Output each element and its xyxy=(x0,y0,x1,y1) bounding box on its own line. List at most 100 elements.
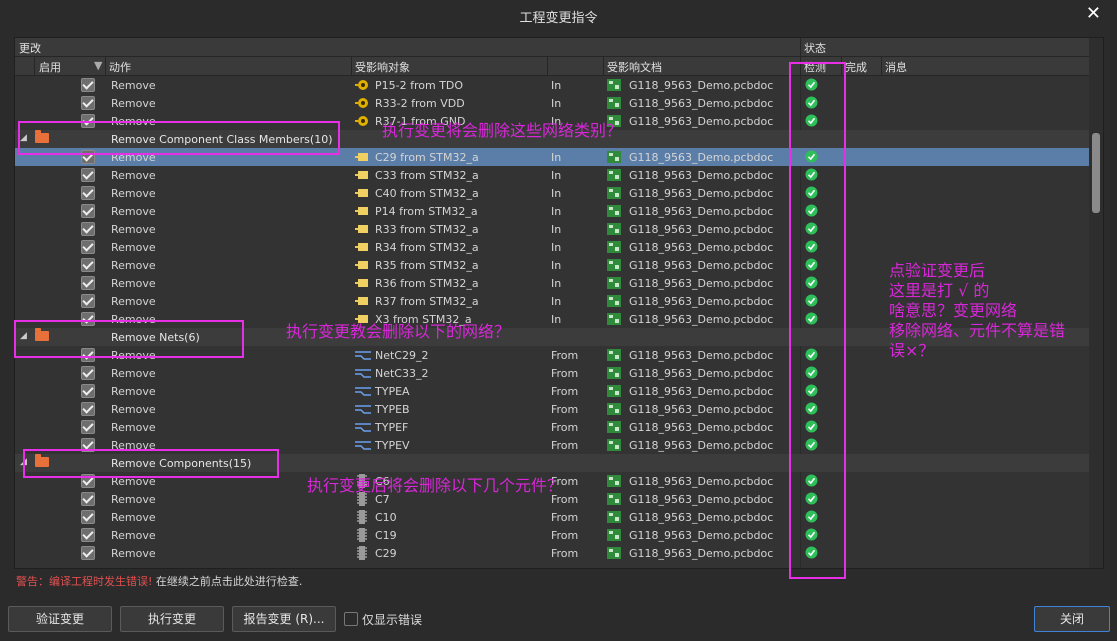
enable-checkbox[interactable] xyxy=(81,366,95,380)
header-message[interactable]: 消息 xyxy=(885,59,907,75)
pcb-document-icon xyxy=(607,97,621,109)
net-icon xyxy=(355,386,371,396)
net-icon xyxy=(355,368,371,378)
direction-cell: In xyxy=(551,295,562,308)
pin-icon xyxy=(355,114,369,128)
document-cell: G118_9563_Demo.pcbdoc xyxy=(629,421,774,434)
enable-checkbox[interactable] xyxy=(81,546,95,560)
enable-checkbox[interactable] xyxy=(81,204,95,218)
pcb-document-icon xyxy=(607,277,621,289)
enable-checkbox[interactable] xyxy=(81,168,95,182)
document-cell: G118_9563_Demo.pcbdoc xyxy=(629,403,774,416)
annotation-box-check-column xyxy=(789,62,846,579)
enable-checkbox[interactable] xyxy=(81,222,95,236)
direction-cell: In xyxy=(551,313,562,326)
direction-cell: From xyxy=(551,511,579,524)
change-row[interactable]: Remove C29 From G118_9563_Demo.pcbdoc xyxy=(15,544,1089,562)
change-row[interactable]: Remove R34 from STM32_a In G118_9563_Demo.p… xyxy=(15,238,1089,256)
enable-checkbox[interactable] xyxy=(81,294,95,308)
enable-checkbox[interactable] xyxy=(81,186,95,200)
document-cell: G118_9563_Demo.pcbdoc xyxy=(629,493,774,506)
enable-checkbox[interactable] xyxy=(81,420,95,434)
object-cell: C19 xyxy=(375,529,397,542)
enable-checkbox[interactable] xyxy=(81,492,95,506)
change-row[interactable]: Remove C19 From G118_9563_Demo.pcbdoc xyxy=(15,526,1089,544)
header-document[interactable]: 受影响文档 xyxy=(607,59,662,75)
object-cell: NetC29_2 xyxy=(375,349,429,362)
annotation-text-1: 执行变更将会删除这些网络类别？ xyxy=(382,121,623,140)
header-done[interactable]: 完成 xyxy=(845,59,867,75)
pcb-document-icon xyxy=(607,349,621,361)
action-cell: Remove xyxy=(111,259,156,272)
enable-checkbox[interactable] xyxy=(81,276,95,290)
object-cell: C40 from STM32_a xyxy=(375,187,479,200)
change-row[interactable]: Remove C40 from STM32_a In G118_9563_Demo.p… xyxy=(15,184,1089,202)
report-changes-button[interactable]: 报告变更 (R)... xyxy=(232,606,336,632)
direction-cell: From xyxy=(551,349,579,362)
enable-checkbox[interactable] xyxy=(81,510,95,524)
document-cell: G118_9563_Demo.pcbdoc xyxy=(629,313,774,326)
object-cell: R33-2 from VDD xyxy=(375,97,465,110)
change-row[interactable]: Remove TYPEA From G118_9563_Demo.pcbdoc xyxy=(15,382,1089,400)
direction-cell: From xyxy=(551,547,579,560)
document-cell: G118_9563_Demo.pcbdoc xyxy=(629,241,774,254)
close-window-icon[interactable]: ✕ xyxy=(1086,3,1101,24)
warning-label[interactable]: 警告：编译工程时发生错误! xyxy=(16,575,152,588)
annotation-box-class-members xyxy=(18,121,340,155)
direction-cell: From xyxy=(551,385,579,398)
validate-changes-button[interactable]: 验证变更 xyxy=(8,606,112,632)
action-cell: Remove xyxy=(111,421,156,434)
action-cell: Remove xyxy=(111,79,156,92)
net-icon xyxy=(355,440,371,450)
annotation-text-2: 执行变更教会删除以下的网络？ xyxy=(286,322,511,341)
header-object[interactable]: 受影响对象 xyxy=(355,59,410,75)
change-row[interactable]: Remove C10 From G118_9563_Demo.pcbdoc xyxy=(15,508,1089,526)
document-cell: G118_9563_Demo.pcbdoc xyxy=(629,169,774,182)
header-status-group: 状态 xyxy=(804,42,826,55)
pcb-document-icon xyxy=(607,151,621,163)
enable-checkbox[interactable] xyxy=(81,402,95,416)
only-errors-label[interactable]: 仅显示错误 xyxy=(362,611,422,628)
only-errors-checkbox[interactable] xyxy=(344,612,358,626)
action-cell: Remove xyxy=(111,493,156,506)
enable-checkbox[interactable] xyxy=(81,384,95,398)
warning-text[interactable]: 在继续之前点击此处进行检查. xyxy=(156,575,303,588)
pcb-document-icon xyxy=(607,439,621,451)
action-cell: Remove xyxy=(111,529,156,542)
change-row[interactable]: Remove TYPEB From G118_9563_Demo.pcbdoc xyxy=(15,400,1089,418)
enable-checkbox[interactable] xyxy=(81,96,95,110)
pcb-document-icon xyxy=(607,259,621,271)
pcb-document-icon xyxy=(607,205,621,217)
document-cell: G118_9563_Demo.pcbdoc xyxy=(629,259,774,272)
direction-cell: In xyxy=(551,169,562,182)
change-row[interactable]: Remove NetC33_2 From G118_9563_Demo.pcbdoc xyxy=(15,364,1089,382)
object-cell: P15-2 from TDO xyxy=(375,79,464,92)
class-member-icon xyxy=(355,278,369,288)
direction-cell: From xyxy=(551,403,579,416)
object-cell: TYPEA xyxy=(375,385,410,398)
vertical-scrollbar[interactable] xyxy=(1089,38,1103,568)
enable-checkbox[interactable] xyxy=(81,78,95,92)
document-cell: G118_9563_Demo.pcbdoc xyxy=(629,79,774,92)
header-enable[interactable]: 启用 xyxy=(39,59,61,75)
change-row[interactable]: Remove P15-2 from TDO In G118_9563_Demo.pcb… xyxy=(15,76,1089,94)
change-row[interactable]: Remove R33-2 from VDD In G118_9563_Demo.pcb… xyxy=(15,94,1089,112)
scrollbar-thumb[interactable] xyxy=(1092,133,1100,213)
enable-checkbox[interactable] xyxy=(81,258,95,272)
change-row[interactable]: Remove TYPEF From G118_9563_Demo.pcbdoc xyxy=(15,418,1089,436)
action-cell: Remove xyxy=(111,511,156,524)
document-cell: G118_9563_Demo.pcbdoc xyxy=(629,475,774,488)
execute-changes-button[interactable]: 执行变更 xyxy=(120,606,224,632)
warning-message[interactable]: 警告：编译工程时发生错误! 在继续之前点击此处进行检查. xyxy=(16,573,302,589)
change-row[interactable]: Remove P14 from STM32_a In G118_9563_Demo.p… xyxy=(15,202,1089,220)
object-cell: C29 from STM32_a xyxy=(375,151,479,164)
title-bar: 工程变更指令 ✕ xyxy=(0,0,1117,30)
change-row[interactable]: Remove C33 from STM32_a In G118_9563_Demo.p… xyxy=(15,166,1089,184)
enable-checkbox[interactable] xyxy=(81,240,95,254)
close-button[interactable]: 关闭 xyxy=(1034,606,1110,632)
change-row[interactable]: Remove R33 from STM32_a In G118_9563_Demo.p… xyxy=(15,220,1089,238)
enable-checkbox[interactable] xyxy=(81,528,95,542)
chevron-down-icon[interactable]: ▼ xyxy=(94,59,102,72)
header-action[interactable]: 动作 xyxy=(109,59,131,75)
action-cell: Remove xyxy=(111,205,156,218)
